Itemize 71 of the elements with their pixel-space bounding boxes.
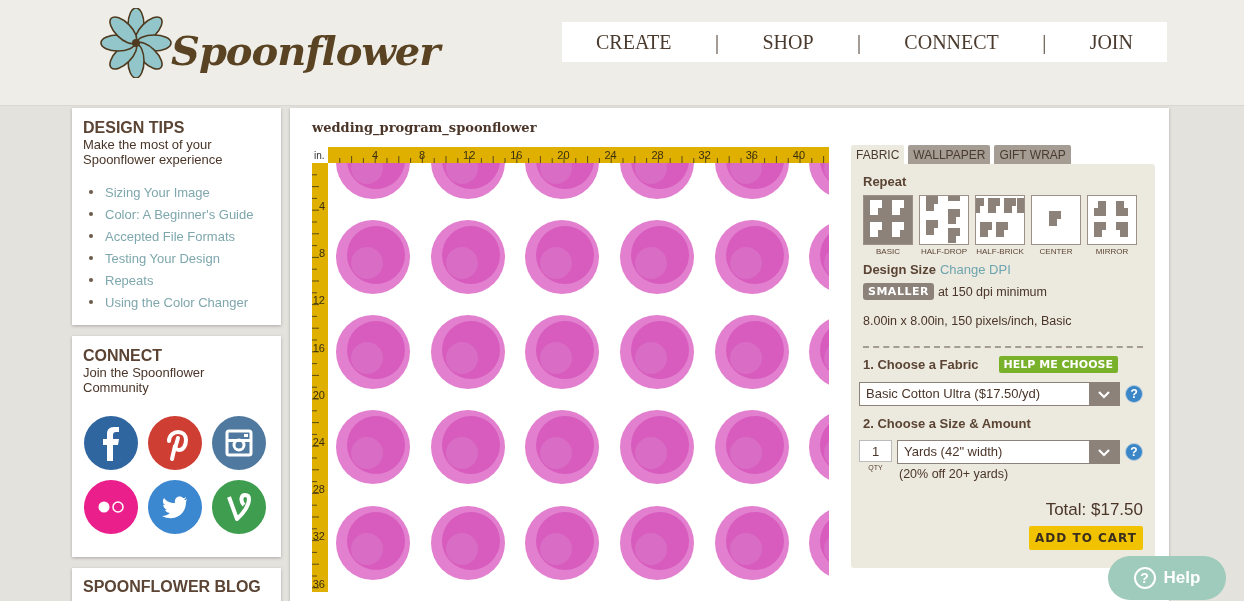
ruler-label: 20 xyxy=(312,388,325,401)
ruler-label: 8 xyxy=(419,149,426,161)
ruler-label: 40 xyxy=(792,149,806,161)
discount-note: (20% off 20+ yards) xyxy=(899,467,1010,481)
help-icon[interactable]: ? xyxy=(1125,385,1143,403)
caret-icon xyxy=(1089,383,1120,405)
ruler-label: 4 xyxy=(371,149,379,161)
product-tab[interactable]: WALLPAPER xyxy=(908,145,991,164)
ruler-label: 24 xyxy=(312,436,325,448)
ruler-label: 4 xyxy=(318,200,325,212)
ruler-label: 32 xyxy=(698,149,711,161)
ruler-label: 28 xyxy=(312,483,325,496)
bullet-icon xyxy=(89,234,93,238)
bullet-icon xyxy=(89,300,93,304)
ruler-label: 12 xyxy=(312,294,325,307)
nav-separator: | xyxy=(714,30,719,54)
nav-link[interactable]: CREATE xyxy=(596,30,672,54)
design-title: wedding_program_spoonflower xyxy=(312,120,538,135)
bullet-icon xyxy=(89,212,93,216)
nav-link[interactable]: JOIN xyxy=(1089,30,1133,54)
pinterest-icon[interactable] xyxy=(147,415,203,471)
card-subtitle: Join the Spoonflower Community xyxy=(83,365,206,395)
ruler-label: 16 xyxy=(510,149,523,161)
ruler-label: 32 xyxy=(312,530,325,543)
card-title: DESIGN TIPS xyxy=(83,119,186,137)
quantity-field[interactable]: 1 xyxy=(859,440,892,462)
ruler-label: 28 xyxy=(651,149,664,161)
product-tab[interactable]: FABRIC xyxy=(851,145,905,164)
twitter-icon[interactable] xyxy=(147,479,203,535)
ruler-label: 20 xyxy=(557,149,570,161)
help-icon[interactable]: ? xyxy=(1125,443,1143,461)
repeat-option[interactable]: HALF-BRICK xyxy=(975,195,1025,256)
ruler-unit: in. xyxy=(314,150,325,161)
add-to-cart-button[interactable]: ADD TO CART xyxy=(1029,526,1143,550)
caret-icon xyxy=(1089,441,1119,463)
product-tab[interactable]: GIFT WRAP xyxy=(994,145,1071,164)
repeat-heading: Repeat xyxy=(863,174,908,189)
fabric-heading: 1. Choose a Fabric xyxy=(863,357,979,372)
ruler-label: 36 xyxy=(745,149,758,161)
smaller-button[interactable]: SMALLER xyxy=(863,283,934,300)
bullet-icon xyxy=(89,278,93,282)
fabric-dropdown[interactable]: Basic Cotton Ultra ($17.50/yd) xyxy=(859,382,1121,406)
nav-separator: | xyxy=(856,30,861,54)
card-title: CONNECT xyxy=(83,347,164,365)
flickr-icon[interactable] xyxy=(83,479,139,535)
vine-icon[interactable] xyxy=(211,479,267,535)
question-icon: ? xyxy=(1133,567,1156,589)
ruler-label: 24 xyxy=(604,149,617,161)
repeat-option[interactable]: HALF-DROP xyxy=(919,195,969,256)
card-subtitle: Make the most of your Spoonflower experience xyxy=(83,137,224,167)
repeat-option[interactable]: MIRROR xyxy=(1087,195,1137,256)
nav-link[interactable]: SHOP xyxy=(762,30,814,54)
bullet-icon xyxy=(89,190,93,194)
bullet-icon xyxy=(89,256,93,260)
total-price: Total: $17.50 xyxy=(1044,500,1143,520)
repeat-option[interactable]: CENTER xyxy=(1031,195,1081,256)
size-heading: 2. Choose a Size & Amount xyxy=(863,416,1032,431)
nav-link[interactable]: CONNECT xyxy=(904,30,999,54)
ruler-label: 36 xyxy=(312,577,325,590)
dpi-note: at 150 dpi minimum xyxy=(937,284,1047,299)
facebook-icon[interactable] xyxy=(83,415,139,471)
ruler-label: 12 xyxy=(463,149,476,161)
size-dropdown[interactable]: Yards (42" width) xyxy=(897,440,1120,464)
ruler-label: 8 xyxy=(318,247,325,260)
design-size-label: Design Size xyxy=(863,262,936,277)
repeat-option[interactable]: BASIC xyxy=(863,195,913,256)
instagram-icon[interactable] xyxy=(211,415,267,471)
card-title: SPOONFLOWER BLOG xyxy=(83,578,262,596)
ruler-label: 16 xyxy=(312,341,325,354)
nav-separator: | xyxy=(1042,30,1047,54)
dimensions-text: 8.00in x 8.00in, 150 pixels/inch, Basic xyxy=(863,314,1073,328)
